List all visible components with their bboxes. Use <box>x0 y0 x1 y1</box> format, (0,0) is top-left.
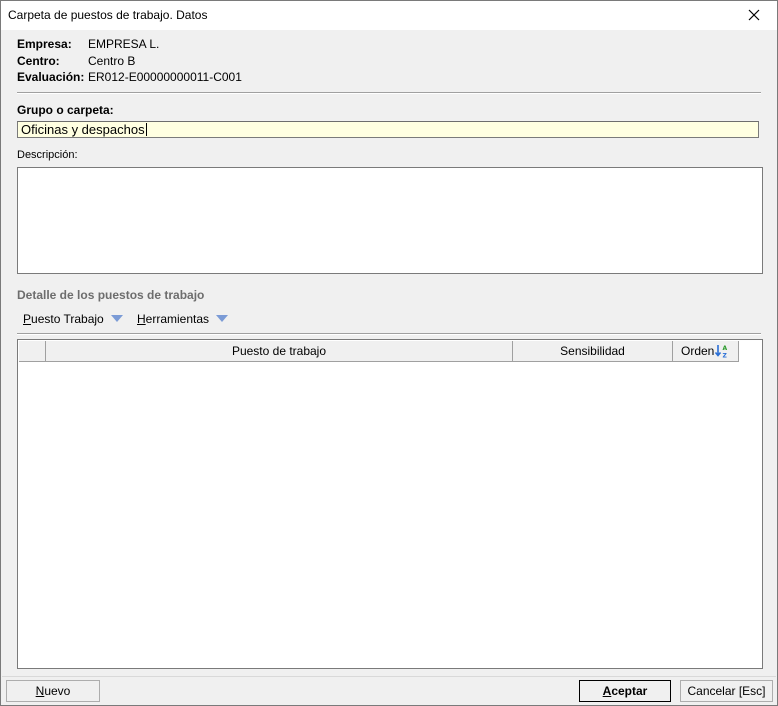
sort-az-icon: A Z <box>715 345 728 360</box>
svg-text:A: A <box>723 345 728 352</box>
column-header-orden-label: Orden <box>681 344 715 358</box>
grid-row-selector-header[interactable] <box>19 341 46 362</box>
triangle-down-icon <box>216 315 229 322</box>
title-bar[interactable]: Carpeta de puestos de trabajo. Datos <box>1 1 777 30</box>
nuevo-button[interactable]: Nuevo <box>6 680 100 702</box>
svg-text:Z: Z <box>723 353 728 360</box>
aceptar-button-accel: A <box>602 684 612 698</box>
footer-separator <box>2 676 776 677</box>
menu-herramientas-accel: H <box>137 312 146 326</box>
empresa-value: EMPRESA L. <box>88 37 160 51</box>
puestos-grid[interactable]: Puesto de trabajo Sensibilidad Orden A Z <box>17 339 763 669</box>
toolbar-separator <box>17 333 761 335</box>
column-header-orden[interactable]: Orden A Z <box>673 341 739 362</box>
detalle-section-title: Detalle de los puestos de trabajo <box>17 288 205 302</box>
grupo-input[interactable]: Oficinas y despachos <box>17 121 759 138</box>
close-icon <box>748 9 760 21</box>
grupo-input-value: Oficinas y despachos <box>21 122 145 137</box>
centro-value: Centro B <box>88 54 136 68</box>
cancelar-button[interactable]: Cancelar [Esc] <box>680 680 773 702</box>
aceptar-button[interactable]: Aceptar <box>579 680 671 702</box>
window-title: Carpeta de puestos de trabajo. Datos <box>8 8 208 22</box>
triangle-down-icon <box>110 315 123 322</box>
menu-puesto-trabajo[interactable]: Puesto Trabajo <box>23 312 123 326</box>
close-button[interactable] <box>731 1 777 30</box>
nuevo-button-accel: N <box>35 684 45 698</box>
text-caret <box>145 123 147 136</box>
grupo-label: Grupo o carpeta: <box>17 103 114 117</box>
evaluacion-value: ER012-E00000000011-C001 <box>88 70 242 84</box>
descripcion-label: Descripción: <box>17 149 78 161</box>
column-header-puesto[interactable]: Puesto de trabajo <box>46 341 513 362</box>
empresa-label: Empresa: <box>17 37 72 51</box>
header-separator <box>17 92 761 94</box>
column-header-sensibilidad-label: Sensibilidad <box>560 344 625 358</box>
dialog-window: Carpeta de puestos de trabajo. Datos Emp… <box>0 0 778 706</box>
evaluacion-label: Evaluación: <box>17 70 85 84</box>
aceptar-button-label: ceptar <box>611 684 648 698</box>
descripcion-textarea[interactable] <box>17 167 763 274</box>
menu-puesto-trabajo-accel: P <box>23 312 32 326</box>
menu-herramientas[interactable]: Herramientas <box>137 312 229 326</box>
column-header-puesto-label: Puesto de trabajo <box>231 344 327 358</box>
menu-herramientas-label: erramientas <box>145 312 210 326</box>
menu-puesto-trabajo-label: uesto Trabajo <box>31 312 104 326</box>
centro-label: Centro: <box>17 54 60 68</box>
nuevo-button-label: uevo <box>44 684 71 698</box>
column-header-sensibilidad[interactable]: Sensibilidad <box>513 341 673 362</box>
